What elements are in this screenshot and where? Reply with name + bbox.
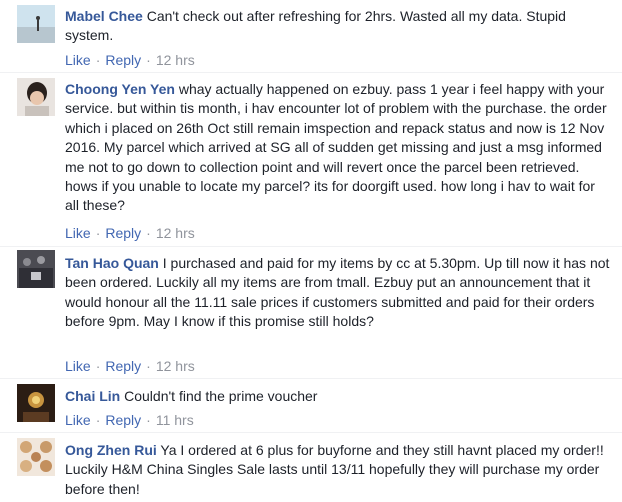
like-link[interactable]: Like [65, 225, 91, 241]
author-name[interactable]: Choong Yen Yen [65, 81, 175, 97]
avatar[interactable] [17, 384, 55, 422]
separator-dot: · [95, 358, 101, 374]
author-name[interactable]: Tan Hao Quan [65, 255, 159, 271]
separator-dot: · [95, 225, 101, 241]
comment-actions: Like · Reply · 12 hrs [65, 224, 195, 242]
comment-body: Tan Hao Quan I purchased and paid for my… [65, 254, 610, 332]
timestamp[interactable]: 12 hrs [156, 52, 195, 68]
separator-dot: · [95, 412, 101, 428]
comment-body: Choong Yen Yen whay actually happened on… [65, 80, 610, 216]
author-name[interactable]: Ong Zhen Rui [65, 442, 157, 458]
avatar[interactable] [17, 5, 55, 43]
author-name[interactable]: Chai Lin [65, 388, 120, 404]
comment-text: whay actually happened on ezbuy. pass 1 … [65, 81, 607, 214]
reply-link[interactable]: Reply [105, 358, 141, 374]
separator-dot: · [146, 358, 151, 374]
comment-body: Chai Lin Couldn't find the prime voucher [65, 387, 610, 406]
timestamp[interactable]: 12 hrs [156, 358, 195, 374]
reply-link[interactable]: Reply [105, 225, 141, 241]
comment-actions: Like · Reply · 12 hrs [65, 357, 195, 375]
divider [0, 432, 622, 433]
comment-body: Ong Zhen Rui Ya I ordered at 6 plus for … [65, 441, 610, 499]
separator-dot: · [146, 225, 151, 241]
avatar[interactable] [17, 250, 55, 288]
comment-text: Couldn't find the prime voucher [124, 388, 318, 404]
timestamp[interactable]: 11 hrs [156, 412, 194, 428]
reply-link[interactable]: Reply [105, 412, 141, 428]
comment-body: Mabel Chee Can't check out after refresh… [65, 7, 610, 46]
separator-dot: · [146, 52, 151, 68]
separator-dot: · [146, 412, 151, 428]
avatar[interactable] [17, 78, 55, 116]
comment-actions: Like · Reply · 12 hrs [65, 51, 195, 69]
divider [0, 378, 622, 379]
separator-dot: · [95, 52, 101, 68]
like-link[interactable]: Like [65, 358, 91, 374]
author-name[interactable]: Mabel Chee [65, 8, 143, 24]
divider [0, 72, 622, 73]
comment-actions: Like · Reply · 11 hrs [65, 411, 194, 429]
like-link[interactable]: Like [65, 52, 91, 68]
avatar[interactable] [17, 438, 55, 476]
like-link[interactable]: Like [65, 412, 91, 428]
reply-link[interactable]: Reply [105, 52, 141, 68]
divider [0, 246, 622, 247]
timestamp[interactable]: 12 hrs [156, 225, 195, 241]
